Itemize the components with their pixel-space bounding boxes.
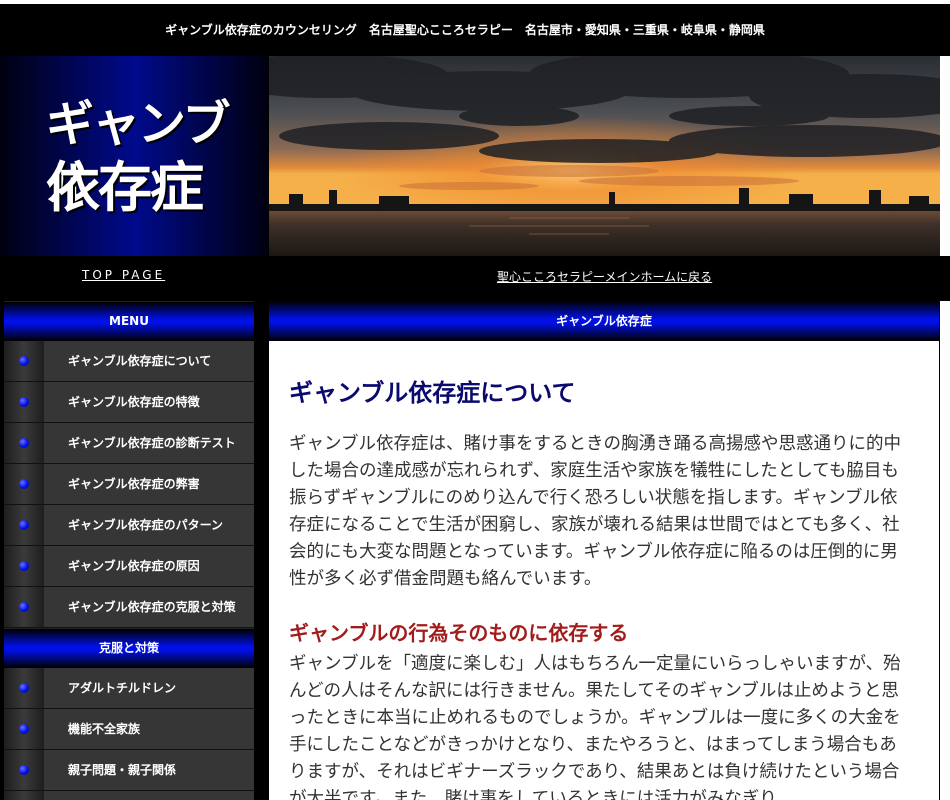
logo-line-2: 依存症 (46, 156, 204, 219)
sidebar-item[interactable]: ギャンブル依存症の原因 (4, 546, 254, 587)
site-tagline: ギャンブル依存症のカウンセリング 名古屋聖心こころセラピー 名古屋市・愛知県・三… (165, 23, 765, 37)
sidebar-item[interactable]: ギャンブル依存症の診断テスト (4, 423, 254, 464)
sidebar-item-label: ギャンブル依存症について (68, 354, 212, 368)
bullet-icon (4, 709, 44, 749)
sidebar-item-label: 機能不全家族 (68, 722, 141, 736)
section-heading: 克服と対策 (4, 628, 254, 668)
main-home-link[interactable]: 聖心こころセラピーメインホームに戻る (497, 268, 712, 285)
sidebar-item[interactable] (4, 791, 254, 800)
main-content: ギャンブル依存症について ギャンブル依存症は、賭け事をするときの胸湧き踊る高揚感… (269, 341, 939, 800)
sidebar-item[interactable]: 機能不全家族 (4, 709, 254, 750)
sidebar-item-label: ギャンブル依存症の弊害 (68, 477, 200, 491)
sidebar-item[interactable]: ギャンブル依存症のパターン (4, 505, 254, 546)
sidebar-item-label: ギャンブル依存症の診断テスト (68, 436, 236, 450)
sidebar-item[interactable]: ギャンブル依存症の特徴 (4, 382, 254, 423)
page-title: ギャンブル依存症について (289, 379, 576, 407)
bullet-icon (4, 750, 44, 790)
page-right-gutter (940, 56, 950, 800)
bullet-icon (4, 791, 44, 800)
bullet-icon (4, 341, 44, 381)
bullet-icon (4, 546, 44, 586)
hero-sunset-image (269, 56, 940, 256)
site-logo[interactable]: ギャンブル 依存症 (0, 56, 268, 256)
sidebar-item[interactable]: アダルトチルドレン (4, 668, 254, 709)
site-header: ギャンブル依存症のカウンセリング 名古屋聖心こころセラピー 名古屋市・愛知県・三… (0, 0, 950, 56)
section-title: ギャンブルの行為そのものに依存する (289, 621, 629, 645)
section-paragraph: ギャンブルを「適度に楽しむ」人はもちろん一定量にいらっしゃいますが、殆んどの人は… (289, 654, 901, 800)
bullet-icon (4, 382, 44, 422)
bullet-icon (4, 423, 44, 463)
sidebar-item-label: ギャンブル依存症の原因 (68, 559, 200, 573)
sidebar-item-label: ギャンブル依存症のパターン (68, 518, 224, 532)
bullet-icon (4, 464, 44, 504)
sidebar-item-label: ギャンブル依存症の克服と対策 (68, 600, 236, 614)
bullet-icon (4, 505, 44, 545)
sidebar-item-label: 親子問題・親子関係 (68, 763, 177, 777)
sidebar-item[interactable]: ギャンブル依存症について (4, 341, 254, 382)
sidebar-item-label: ギャンブル依存症の特徴 (68, 395, 200, 409)
intro-paragraph: ギャンブル依存症は、賭け事をするときの胸湧き踊る高揚感や思惑通りに的中した場合の… (289, 434, 901, 589)
sidebar: MENU ギャンブル依存症について ギャンブル依存症の特徴 ギャンブル依存症の診… (4, 301, 254, 800)
top-nav: TOP PAGE 聖心こころセラピーメインホームに戻る (0, 256, 950, 301)
bullet-icon (4, 587, 44, 627)
bullet-icon (4, 668, 44, 708)
menu-heading: MENU (4, 301, 254, 341)
sidebar-item[interactable]: ギャンブル依存症の弊害 (4, 464, 254, 505)
sidebar-item-label: アダルトチルドレン (68, 681, 177, 695)
top-page-link[interactable]: TOP PAGE (82, 268, 165, 282)
sidebar-item[interactable]: 親子問題・親子関係 (4, 750, 254, 791)
sidebar-item[interactable]: ギャンブル依存症の克服と対策 (4, 587, 254, 628)
content-heading-bar: ギャンブル依存症 (269, 301, 939, 341)
